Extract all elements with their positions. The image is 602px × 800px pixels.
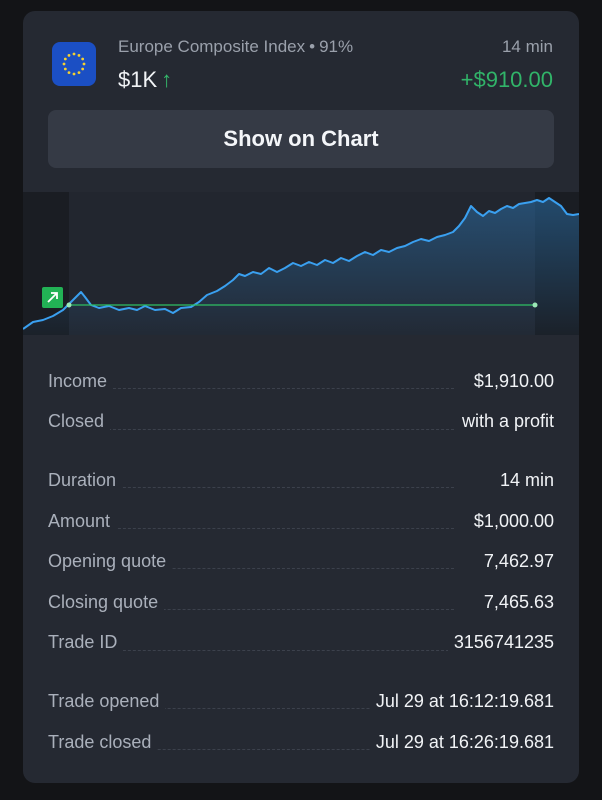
duration-value: 14 min xyxy=(493,469,554,491)
closed-label: Closed xyxy=(48,411,111,433)
dashed-leader xyxy=(108,487,454,489)
income-label: Income xyxy=(48,370,114,392)
trade-opened-value: Jul 29 at 16:12:19.681 xyxy=(369,690,554,712)
show-on-chart-button[interactable]: Show on Chart xyxy=(48,110,554,168)
flag-star xyxy=(72,72,76,76)
trade-amount: $1K ↑ xyxy=(118,67,172,93)
amount-value: $1K xyxy=(118,67,158,92)
eu-flag-icon xyxy=(52,42,96,86)
price-chart-svg xyxy=(23,192,579,335)
detail-row-opening-quote: Opening quote 7,462.97 xyxy=(48,541,554,582)
close-point xyxy=(532,302,538,308)
trade-id-value: 3156741235 xyxy=(447,632,554,654)
income-value: $1,910.00 xyxy=(467,370,554,392)
opening-quote-label: Opening quote xyxy=(48,551,173,573)
detail-row-trade-id: Trade ID 3156741235 xyxy=(48,623,554,664)
payout-percent: 91% xyxy=(319,37,354,56)
closing-quote-value: 7,465.63 xyxy=(477,591,554,613)
flag-star xyxy=(67,53,71,57)
trade-closed-value: Jul 29 at 16:26:19.681 xyxy=(369,731,554,753)
trade-duration: 14 min xyxy=(501,37,553,56)
arrow-up-icon: ↑ xyxy=(161,67,173,92)
asset-title: Europe Composite Index • 91% xyxy=(118,37,353,57)
flag-star xyxy=(77,53,81,57)
flag-star xyxy=(67,71,71,75)
separator-dot: • xyxy=(309,37,316,56)
detail-row-trade-opened: Trade opened Jul 29 at 16:12:19.681 xyxy=(48,681,554,722)
flag-star xyxy=(81,67,85,71)
dashed-leader xyxy=(108,388,454,389)
dashed-leader xyxy=(108,527,454,529)
trade-closed-label: Trade closed xyxy=(48,731,158,753)
flag-star xyxy=(62,62,66,66)
closed-value: with a profit xyxy=(455,411,554,433)
flag-star xyxy=(72,52,76,56)
detail-row-closed: Closed with a profit xyxy=(48,402,554,443)
flag-star xyxy=(81,57,85,61)
detail-row-income: Income $1,910.00 xyxy=(48,361,554,402)
trade-opened-label: Trade opened xyxy=(48,690,166,712)
dashed-leader xyxy=(108,428,454,430)
flag-star xyxy=(63,67,67,71)
amount-value: $1,000.00 xyxy=(467,510,554,532)
price-chart xyxy=(23,192,579,335)
trade-details-card: Europe Composite Index • 91% 14 min $1K ↑ … xyxy=(23,11,579,783)
eu-stars xyxy=(62,52,86,76)
amount-label: Amount xyxy=(48,510,117,532)
trade-profit: +$910.00 xyxy=(460,67,553,92)
details-list: Income $1,910.00 Closed with a profit Du… xyxy=(48,361,554,762)
open-point xyxy=(66,302,72,308)
detail-row-trade-closed: Trade closed Jul 29 at 16:26:19.681 xyxy=(48,722,554,763)
duration-label: Duration xyxy=(48,469,123,491)
flag-star xyxy=(77,71,81,75)
flag-star xyxy=(82,62,86,66)
detail-row-closing-quote: Closing quote 7,465.63 xyxy=(48,582,554,623)
closing-quote-label: Closing quote xyxy=(48,591,165,613)
detail-row-amount: Amount $1,000.00 xyxy=(48,501,554,542)
dashed-leader xyxy=(108,649,454,651)
flag-star xyxy=(63,57,67,61)
opening-quote-value: 7,462.97 xyxy=(477,551,554,573)
detail-row-duration: Duration 14 min xyxy=(48,460,554,501)
asset-name: Europe Composite Index xyxy=(118,37,306,56)
trade-id-label: Trade ID xyxy=(48,632,124,654)
